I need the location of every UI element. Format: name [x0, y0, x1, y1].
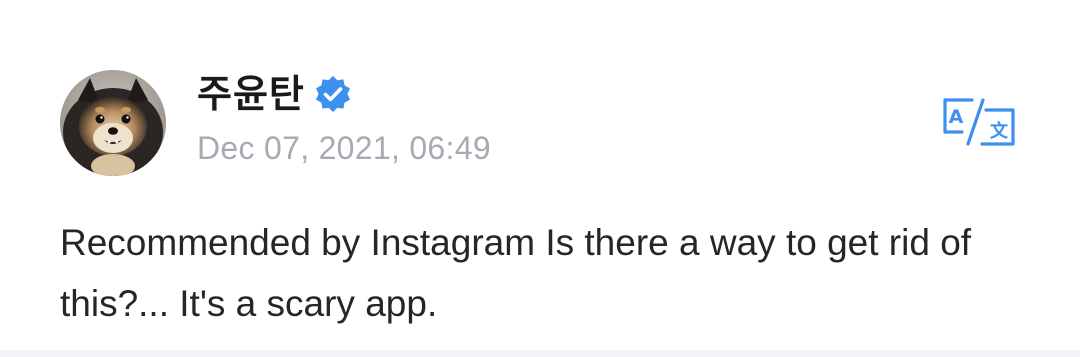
translate-icon: A 文 — [943, 98, 1015, 146]
verified-badge-icon — [313, 74, 353, 114]
author-avatar[interactable] — [60, 70, 166, 176]
post-timestamp: Dec 07, 2021, 06:49 — [197, 130, 491, 166]
post-card: 주윤탄 Dec 07, 2021, 06:49 A 文 Recommended … — [0, 0, 1080, 350]
svg-text:A: A — [949, 106, 964, 128]
svg-text:文: 文 — [990, 120, 1009, 142]
pomeranian-dog-avatar-icon — [60, 70, 166, 176]
author-name[interactable]: 주윤탄 — [197, 75, 305, 113]
post-body-text: Recommended by Instagram Is there a way … — [60, 222, 972, 324]
translate-button[interactable]: A 文 — [942, 96, 1016, 148]
post-header: 주윤탄 Dec 07, 2021, 06:49 — [197, 64, 491, 167]
author-row: 주윤탄 — [197, 64, 491, 124]
